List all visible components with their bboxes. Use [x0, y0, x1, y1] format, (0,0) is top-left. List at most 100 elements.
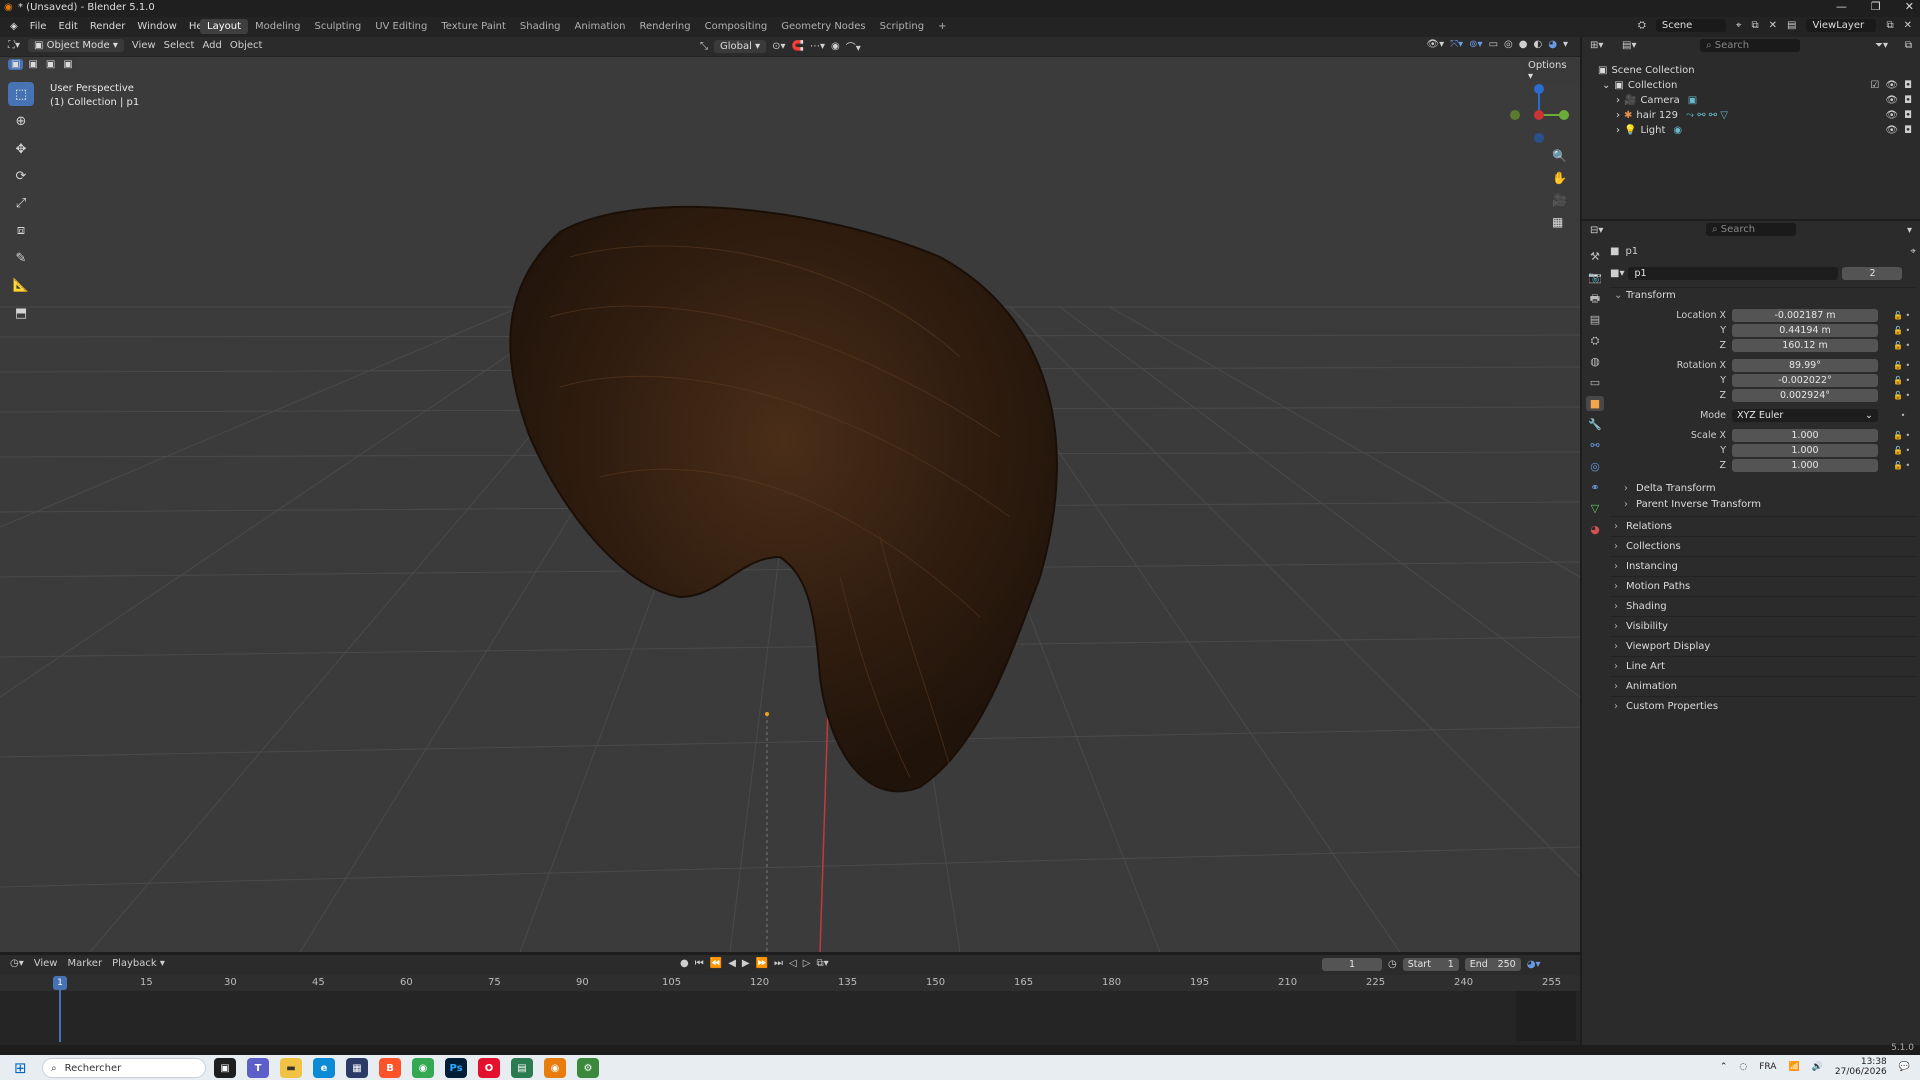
tab-modeling[interactable]: Modeling — [248, 19, 308, 34]
hair-object[interactable] — [509, 205, 1058, 793]
tab-layout[interactable]: Layout — [200, 19, 248, 34]
object-menu[interactable]: Object — [230, 40, 263, 51]
remove-scene-icon[interactable]: ✕ — [1769, 20, 1777, 31]
current-frame-field[interactable]: 1 — [1322, 958, 1382, 971]
constraints-tab-icon[interactable]: ⚭ — [1586, 480, 1604, 495]
playhead[interactable]: 1 — [53, 976, 67, 990]
camera-render-icon[interactable]: ◘ — [1904, 110, 1912, 121]
photoshop-icon[interactable]: Ps — [445, 1058, 467, 1078]
timeline-playback-menu[interactable]: Playback ▾ — [112, 958, 165, 969]
filter-icon[interactable]: ⏷▾ — [1875, 40, 1888, 51]
navigation-gizmo[interactable] — [1510, 84, 1569, 143]
pin-icon[interactable]: ⌖ — [1736, 20, 1742, 31]
particles-tab-icon[interactable]: ⚯ — [1586, 438, 1604, 453]
lock-icon[interactable]: 🔓 • — [1893, 446, 1910, 455]
lock-icon[interactable]: 🔓 • — [1893, 326, 1910, 335]
location-y-field[interactable]: 0.44194 m — [1732, 323, 1878, 337]
view-menu[interactable]: View — [132, 40, 156, 51]
datablock-browse-icon[interactable]: ■▾ — [1610, 268, 1624, 279]
lock-icon[interactable]: 🔓 • — [1893, 461, 1910, 470]
line-art-panel-header[interactable]: › Line Art — [1610, 656, 1916, 676]
eye-icon[interactable]: 👁 — [1885, 95, 1898, 106]
rendered-shading-icon[interactable]: ◕ — [1548, 39, 1557, 50]
custom-properties-panel-header[interactable]: › Custom Properties — [1610, 696, 1916, 716]
gizmo-icon[interactable]: ⤧▾ — [1450, 39, 1463, 50]
opera-icon[interactable]: O — [478, 1058, 500, 1078]
xray-icon[interactable]: ▭ — [1489, 39, 1498, 50]
timeline[interactable]: 15 30 45 60 75 90 105 120 135 150 165 18… — [0, 975, 1580, 1045]
play-reverse-icon[interactable]: ◀ — [728, 958, 736, 969]
collection-tab-icon[interactable]: ▭ — [1586, 375, 1604, 390]
jump-start-icon[interactable]: ⏮ — [695, 958, 704, 969]
menu-edit[interactable]: Edit — [52, 19, 83, 34]
outliner-item-hair[interactable]: › ✱ hair 129 ⤳ ⚯ ⚯ ▽ 👁 ◘ — [1582, 108, 1920, 123]
tool-tab-icon[interactable]: ⚒ — [1586, 249, 1604, 264]
datablock-name-field[interactable]: p1 — [1628, 266, 1839, 280]
scale-x-field[interactable]: 1.000 — [1732, 428, 1878, 442]
tab-geometry-nodes[interactable]: Geometry Nodes — [774, 19, 872, 34]
solid-shading-icon[interactable]: ● — [1519, 39, 1528, 50]
camera-view-icon[interactable]: 🎥 — [1552, 193, 1567, 207]
camera-render-icon[interactable]: ◘ — [1904, 80, 1912, 91]
scene-selector[interactable]: Scene — [1655, 19, 1726, 32]
chrome-icon[interactable]: ◉ — [412, 1058, 434, 1078]
parent-inverse-header[interactable]: › Parent Inverse Transform — [1610, 496, 1916, 512]
prev-keyframe-icon[interactable]: ⏪ — [710, 958, 722, 969]
minimize-icon[interactable]: — — [1836, 0, 1847, 13]
visibility-panel-header[interactable]: › Visibility — [1610, 616, 1916, 636]
clock[interactable]: 13:38 27/06/2026 — [1835, 1057, 1887, 1077]
world-tab-icon[interactable]: ◍ — [1586, 354, 1604, 369]
visibility-icon[interactable]: 👁▾ — [1426, 39, 1444, 50]
output-tab-icon[interactable]: 🖶 — [1586, 291, 1604, 306]
falloff-icon[interactable]: ⌒▾ — [846, 39, 861, 54]
tab-rendering[interactable]: Rendering — [633, 19, 698, 34]
language-indicator[interactable]: FRA — [1759, 1062, 1776, 1072]
brave-icon[interactable]: B — [379, 1058, 401, 1078]
windows-start-icon[interactable]: ⊞ — [14, 1059, 27, 1077]
select-new-icon[interactable]: ▣ — [8, 59, 24, 70]
rotation-mode-dropdown[interactable]: XYZ Euler ⌄ — [1732, 408, 1878, 422]
next-keyframe-icon[interactable]: ⏩ — [756, 958, 768, 969]
expand-icon[interactable]: › — [1616, 95, 1620, 106]
select-tool-icon[interactable]: ⬚ — [8, 82, 34, 106]
new-scene-icon[interactable]: ⧉ — [1751, 20, 1758, 31]
new-view-layer-icon[interactable]: ⧉ — [1886, 20, 1893, 31]
shading-panel-header[interactable]: › Shading — [1610, 596, 1916, 616]
lock-icon[interactable]: 🔓 • — [1893, 376, 1910, 385]
close-icon[interactable]: ✕ — [1905, 0, 1914, 13]
remove-view-layer-icon[interactable]: ✕ — [1904, 20, 1912, 31]
outliner-item-camera[interactable]: › 🎥 Camera ▣ 👁 ◘ — [1582, 93, 1920, 108]
physics-tab-icon[interactable]: ◎ — [1586, 459, 1604, 474]
keying-icon[interactable]: ⧉▾ — [816, 958, 828, 969]
object-tab-icon[interactable]: ■ — [1586, 396, 1604, 411]
add-menu[interactable]: Add — [202, 40, 221, 51]
scale-tool-icon[interactable]: ⤢ — [8, 191, 34, 215]
auto-key-icon[interactable]: ● — [680, 958, 689, 969]
rotate-tool-icon[interactable]: ⟳ — [8, 164, 34, 188]
store-icon[interactable]: ▦ — [346, 1058, 368, 1078]
scale-y-field[interactable]: 1.000 — [1732, 443, 1878, 457]
animation-panel-header[interactable]: › Animation — [1610, 676, 1916, 696]
data-tab-icon[interactable]: ▽ — [1586, 501, 1604, 516]
pin-icon[interactable]: ⌖ — [1910, 246, 1916, 257]
render-tab-icon[interactable]: 📷 — [1586, 270, 1604, 285]
lock-icon[interactable]: 🔓 • — [1893, 391, 1910, 400]
eye-icon[interactable]: 👁 — [1885, 80, 1898, 91]
tray-overflow-icon[interactable]: ⌃ — [1720, 1062, 1728, 1072]
material-tab-icon[interactable]: ◕ — [1586, 522, 1604, 537]
zoom-icon[interactable]: 🔍 — [1552, 149, 1567, 163]
viewport-display-panel-header[interactable]: › Viewport Display — [1610, 636, 1916, 656]
prev-marker-icon[interactable]: ◁ — [789, 958, 797, 969]
tab-texture-paint[interactable]: Texture Paint — [434, 19, 513, 34]
camera-render-icon[interactable]: ◘ — [1904, 95, 1912, 106]
editor-type-icon[interactable]: ⛶▾ — [8, 40, 20, 51]
relations-panel-header[interactable]: › Relations — [1610, 516, 1916, 536]
view-layer-selector[interactable]: ViewLayer — [1806, 19, 1877, 32]
file-explorer-icon[interactable]: ▬ — [280, 1058, 302, 1078]
timeline-view-menu[interactable]: View — [34, 958, 58, 969]
display-mode-icon[interactable]: ▤▾ — [1622, 40, 1636, 51]
calculator-icon[interactable]: ▤ — [511, 1058, 533, 1078]
expand-icon[interactable]: ⌄ — [1602, 80, 1610, 91]
task-view-icon[interactable]: ▣ — [214, 1058, 236, 1078]
eye-icon[interactable]: 👁 — [1885, 110, 1898, 121]
